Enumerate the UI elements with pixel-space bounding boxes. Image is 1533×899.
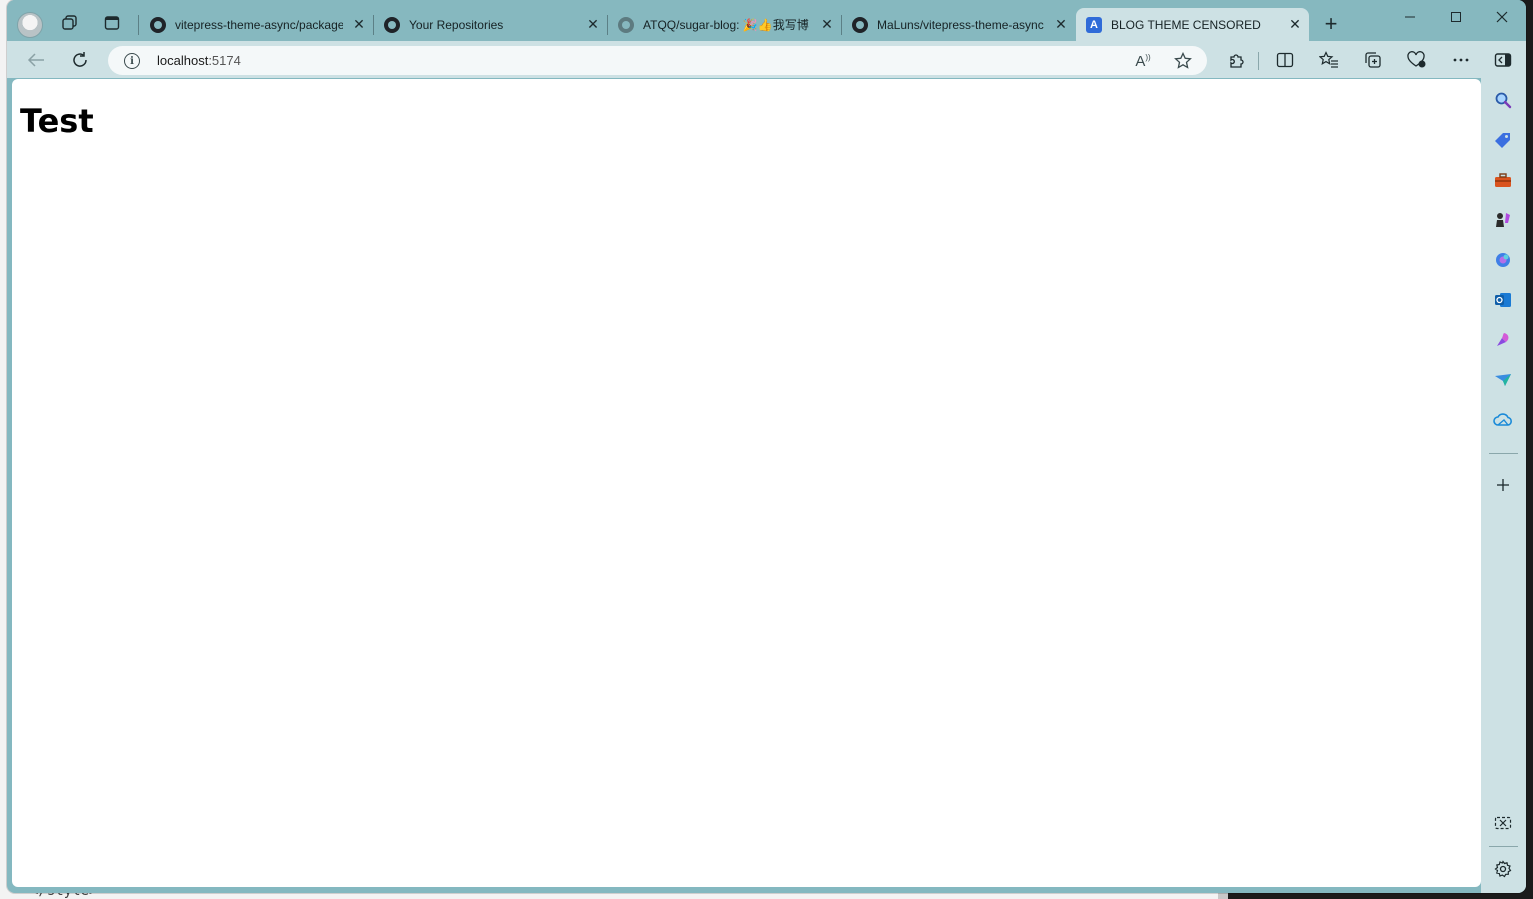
reload-icon[interactable] [68, 48, 92, 72]
close-window-icon[interactable] [1484, 6, 1520, 28]
browser-essentials-icon[interactable] [1405, 48, 1429, 72]
tab-title: Your Repositories [409, 17, 504, 32]
split-screen-icon[interactable] [1273, 48, 1297, 72]
tab-2[interactable]: ATQQ/sugar-blog: 🎉👍我写博 ✕ [608, 8, 841, 41]
tab-separator [138, 15, 139, 35]
tab-title: vitepress-theme-async/package [175, 17, 343, 32]
read-aloud-icon[interactable]: A)) [1132, 50, 1154, 72]
page-heading: Test [20, 102, 94, 140]
more-options-icon[interactable] [1449, 48, 1473, 72]
games-icon[interactable] [1493, 210, 1513, 230]
cloud-icon[interactable] [1493, 410, 1513, 430]
toolbar: i localhost:5174 A)) [7, 41, 1526, 78]
back-arrow-icon[interactable] [24, 48, 48, 72]
tab-actions-icon[interactable] [101, 12, 123, 34]
tab-1[interactable]: Your Repositories ✕ [374, 8, 607, 41]
sidebar-toggle-icon[interactable] [1491, 48, 1515, 72]
toolbar-separator [1258, 52, 1259, 70]
settings-icon[interactable] [1493, 859, 1513, 879]
close-tab-icon[interactable]: ✕ [349, 15, 369, 35]
tab-4-active[interactable]: A BLOG THEME CENSORED ✕ [1076, 8, 1309, 41]
screenshot-icon[interactable] [1493, 814, 1513, 834]
toolbox-icon[interactable] [1493, 170, 1513, 190]
close-tab-icon[interactable]: ✕ [1285, 15, 1305, 35]
send-icon[interactable] [1493, 370, 1513, 390]
close-tab-icon[interactable]: ✕ [583, 15, 603, 35]
designer-icon[interactable] [1493, 330, 1513, 350]
new-tab-button[interactable]: + [1320, 13, 1342, 35]
tab-0[interactable]: vitepress-theme-async/package ✕ [140, 8, 373, 41]
github-icon [384, 16, 400, 33]
favorite-star-icon[interactable] [1172, 50, 1194, 72]
maximize-icon[interactable] [1438, 6, 1474, 28]
edge-sidebar [1481, 78, 1526, 893]
tab-title: BLOG THEME CENSORED [1111, 17, 1261, 32]
workspaces-icon[interactable] [59, 12, 81, 34]
favorites-icon[interactable] [1317, 48, 1341, 72]
tab-title: ATQQ/sugar-blog: 🎉👍我写博 [643, 18, 809, 32]
collections-icon[interactable] [1361, 48, 1385, 72]
profile-avatar[interactable] [17, 12, 43, 38]
minimize-icon[interactable] [1392, 6, 1428, 28]
search-icon[interactable] [1493, 90, 1513, 110]
a-logo-icon: A [1086, 16, 1102, 33]
sidebar-separator [1489, 453, 1518, 454]
copilot-icon[interactable] [1493, 250, 1513, 270]
browser-window: vitepress-theme-async/package ✕ Your Rep… [7, 0, 1526, 893]
close-tab-icon[interactable]: ✕ [817, 15, 837, 35]
sidebar-separator [1489, 846, 1518, 847]
address-bar[interactable]: i localhost:5174 A)) [108, 46, 1207, 75]
add-icon[interactable] [1493, 475, 1513, 495]
extensions-icon[interactable] [1224, 48, 1248, 72]
tab-3[interactable]: MaLuns/vitepress-theme-async ✕ [842, 8, 1075, 41]
github-icon [150, 16, 166, 33]
outlook-icon[interactable] [1493, 290, 1513, 310]
site-info-icon[interactable]: i [124, 53, 140, 69]
shopping-tag-icon[interactable] [1493, 130, 1513, 150]
github-icon [618, 16, 634, 33]
url-text[interactable]: localhost:5174 [157, 53, 241, 68]
page-viewport: Test [12, 79, 1481, 887]
github-icon [852, 16, 868, 33]
close-tab-icon[interactable]: ✕ [1051, 15, 1071, 35]
tab-title: MaLuns/vitepress-theme-async [877, 17, 1044, 32]
tab-bar: vitepress-theme-async/package ✕ Your Rep… [7, 0, 1526, 41]
